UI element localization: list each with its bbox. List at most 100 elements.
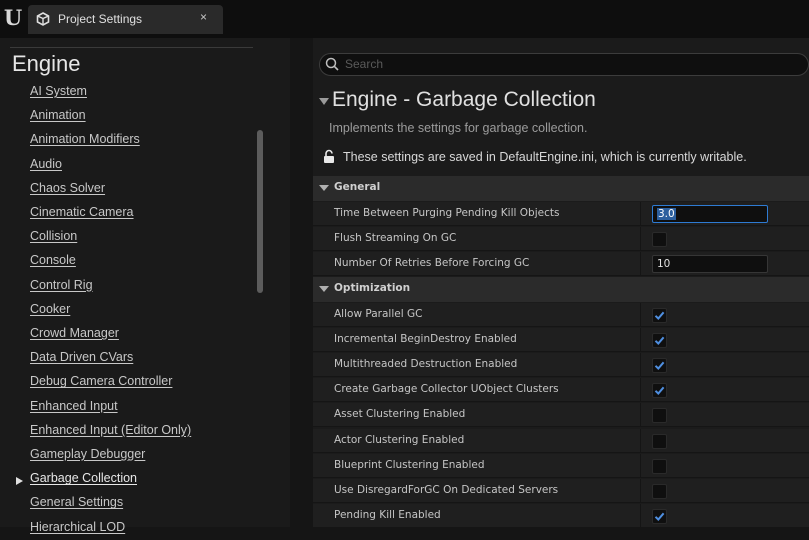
column-splitter[interactable] [640,201,641,226]
group-label: Optimization [334,282,411,295]
sidebar-item[interactable]: Crowd Manager [30,326,119,346]
sidebar-item[interactable]: Console [30,253,76,273]
column-splitter[interactable] [640,251,641,276]
column-splitter[interactable] [640,226,641,251]
category-title: Engine - Garbage Collection [332,88,596,111]
property-label: Actor Clustering Enabled [334,433,465,446]
sidebar-item[interactable]: General Settings [30,495,123,515]
sidebar-item[interactable]: Audio [30,157,62,177]
sidebar-item[interactable]: Chaos Solver [30,181,105,201]
property-label: Allow Parallel GC [334,307,423,320]
unlock-icon [324,149,334,163]
property-label: Number Of Retries Before Forcing GC [334,256,530,269]
checkmark-icon [654,512,665,522]
property-row: Flush Streaming On GC [313,226,809,251]
checkbox[interactable] [652,509,667,525]
checkmark-icon [654,336,665,345]
number-value: 3.0 [657,207,676,220]
column-splitter[interactable] [640,479,641,503]
property-label: Pending Kill Enabled [334,509,441,522]
sidebar-divider [10,47,253,48]
property-row: Blueprint Clustering Enabled [313,453,809,478]
column-splitter[interactable] [640,403,641,428]
close-icon[interactable]: × [200,10,207,24]
checkmark-icon [654,386,665,396]
checkbox[interactable] [652,332,667,348]
tab-title: Project Settings [58,12,143,26]
property-row: Incremental BeginDestroy Enabled [313,327,809,352]
column-splitter[interactable] [640,353,641,377]
column-splitter[interactable] [640,428,641,453]
property-label: Incremental BeginDestroy Enabled [334,332,517,345]
group-header-general[interactable]: General [313,176,809,201]
checkbox[interactable] [652,231,667,247]
search-input[interactable]: Search [319,53,809,76]
column-splitter[interactable] [640,453,641,478]
checkbox[interactable] [652,383,667,399]
sidebar-item[interactable]: Gameplay Debugger [30,447,145,467]
property-label: Blueprint Clustering Enabled [334,458,485,471]
sidebar-item[interactable]: Garbage Collection [30,471,137,491]
property-row: Actor Clustering Enabled [313,428,809,453]
project-settings-icon [36,12,50,26]
sidebar-item[interactable]: Enhanced Input (Editor Only) [30,423,191,443]
sidebar-item[interactable]: Control Rig [30,278,93,298]
settings-sidebar: Engine AI System Animation Animation Modif… [0,38,290,534]
sidebar-item[interactable]: AI System [30,84,87,104]
sidebar-section-title: Engine [12,51,81,76]
title-bar: U Project Settings × [0,0,809,38]
group-collapse-icon[interactable] [319,286,329,293]
search-placeholder: Search [345,57,384,71]
checkbox[interactable] [652,358,667,373]
group-label: General [334,181,381,193]
checkbox[interactable] [652,307,667,323]
property-row: Asset Clustering Enabled [313,403,809,428]
sidebar-item[interactable]: Collision [30,229,77,249]
checkmark-icon [654,361,665,370]
column-splitter[interactable] [640,302,641,327]
group-collapse-icon[interactable] [319,185,329,191]
sidebar-item[interactable]: Hierarchical LOD [30,520,125,540]
property-label: Asset Clustering Enabled [334,408,466,421]
property-label: Time Between Purging Pending Kill Object… [334,206,560,219]
details-panel: Search Engine - Garbage Collection Imple… [313,38,809,529]
property-label: Multithreaded Destruction Enabled [334,358,518,370]
number-input[interactable]: 3.0 [652,204,768,223]
column-splitter[interactable] [640,504,641,529]
category-collapse-icon[interactable] [319,98,329,105]
sidebar-item[interactable]: Debug Camera Controller [30,374,172,394]
checkmark-icon [654,311,665,320]
property-row: Use DisregardForGC On Dedicated Servers [313,479,809,503]
property-label: Create Garbage Collector UObject Cluster… [334,383,559,396]
unreal-logo-icon[interactable]: U [2,6,24,30]
checkbox[interactable] [652,458,667,474]
sidebar-scrollbar[interactable] [257,130,263,293]
group-header-optimization[interactable]: Optimization [313,277,809,303]
property-row: Time Between Purging Pending Kill Object… [313,201,809,226]
number-input[interactable]: 10 [652,254,768,273]
checkbox[interactable] [652,484,667,499]
checkbox[interactable] [652,408,667,424]
active-item-arrow-icon [16,477,23,486]
sidebar-item[interactable]: Animation Modifiers [30,132,140,152]
config-file-note: These settings are saved in DefaultEngin… [343,150,747,164]
column-splitter[interactable] [640,327,641,352]
search-icon [325,57,339,71]
property-row: Multithreaded Destruction Enabled [313,353,809,377]
property-label: Flush Streaming On GC [334,231,457,244]
sidebar-item[interactable]: Cinematic Camera [30,205,134,225]
sidebar-item[interactable]: Animation [30,108,86,128]
property-row: Allow Parallel GC [313,302,809,327]
property-label: Use DisregardForGC On Dedicated Servers [334,484,559,496]
column-splitter[interactable] [640,378,641,403]
property-row: Create Garbage Collector UObject Cluster… [313,378,809,403]
sidebar-item[interactable]: Enhanced Input [30,399,118,419]
sidebar-item[interactable]: Data Driven CVars [30,350,133,370]
property-row: Number Of Retries Before Forcing GC 10 [313,251,809,276]
number-value: 10 [657,257,671,270]
checkbox[interactable] [652,433,667,449]
tab-project-settings[interactable]: Project Settings × [28,5,223,34]
category-description: Implements the settings for garbage coll… [329,121,588,135]
property-row: Pending Kill Enabled [313,504,809,529]
sidebar-item[interactable]: Cooker [30,302,70,322]
